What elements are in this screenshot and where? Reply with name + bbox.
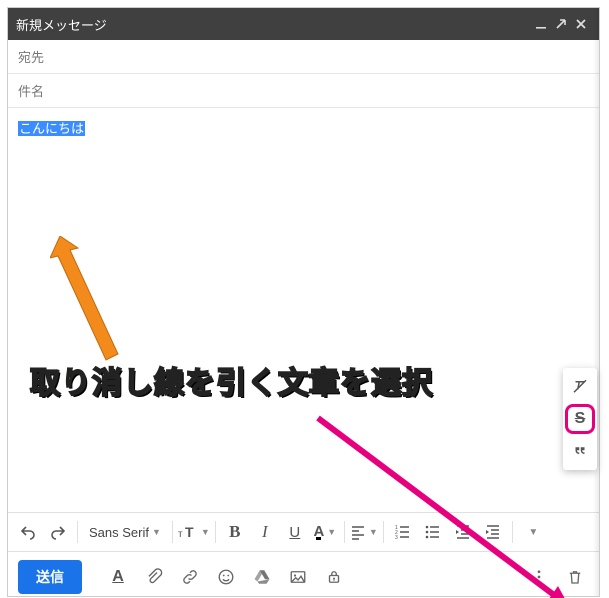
minimize-button[interactable] — [531, 14, 551, 34]
attach-file-button[interactable] — [140, 563, 168, 591]
indent-more-button[interactable] — [479, 518, 507, 546]
text-color-button[interactable]: A ▼ — [311, 518, 339, 546]
indent-less-button[interactable] — [449, 518, 477, 546]
chevron-down-icon: ▼ — [201, 527, 210, 537]
font-size-button[interactable]: тT ▼ — [178, 518, 210, 546]
formatting-popup: S — [563, 368, 597, 470]
font-family-selector[interactable]: Sans Serif ▼ — [83, 518, 167, 546]
compose-window: 新規メッセージ 宛先 件名 こんにちは — [8, 8, 599, 596]
insert-drive-button[interactable] — [248, 563, 276, 591]
font-family-label: Sans Serif — [89, 525, 149, 540]
annotation-arrow-top — [50, 236, 140, 366]
toolbar-separator — [215, 521, 216, 543]
discard-draft-button[interactable] — [561, 563, 589, 591]
text-color-glyph: A — [313, 523, 324, 542]
svg-text:3: 3 — [395, 535, 398, 540]
insert-link-button[interactable] — [176, 563, 204, 591]
insert-photo-button[interactable] — [284, 563, 312, 591]
to-field[interactable]: 宛先 — [8, 40, 599, 74]
toolbar-separator — [77, 521, 78, 543]
annotation-text: 取り消し線を引く文章を選択 — [30, 358, 433, 402]
formatting-toggle-button[interactable]: A — [104, 563, 132, 591]
compose-title: 新規メッセージ — [16, 15, 107, 34]
bulleted-list-button[interactable] — [419, 518, 447, 546]
more-formatting-button[interactable]: ▼ — [518, 518, 546, 546]
quote-button[interactable] — [565, 436, 595, 466]
subject-field[interactable]: 件名 — [8, 74, 599, 108]
popout-button[interactable] — [551, 14, 571, 34]
svg-text:T: T — [185, 524, 194, 540]
italic-button[interactable]: I — [251, 518, 279, 546]
undo-button[interactable] — [14, 518, 42, 546]
svg-text:т: т — [178, 529, 183, 540]
toolbar-separator — [344, 521, 345, 543]
strikethrough-button[interactable]: S — [565, 404, 595, 434]
align-button[interactable]: ▼ — [350, 518, 378, 546]
underline-button[interactable]: U — [281, 518, 309, 546]
strikethrough-glyph: S — [575, 410, 586, 428]
more-options-button[interactable] — [525, 563, 553, 591]
format-toolbar: Sans Serif ▼ тT ▼ B I U A ▼ ▼ 123 — [8, 512, 599, 552]
toolbar-separator — [512, 521, 513, 543]
toolbar-separator — [383, 521, 384, 543]
formatting-toggle-glyph: A — [112, 568, 124, 586]
toolbar-separator — [172, 521, 173, 543]
chevron-down-icon: ▼ — [327, 527, 336, 537]
compose-titlebar: 新規メッセージ — [8, 8, 599, 40]
redo-button[interactable] — [44, 518, 72, 546]
insert-emoji-button[interactable] — [212, 563, 240, 591]
to-label: 宛先 — [18, 47, 44, 66]
send-button[interactable]: 送信 — [18, 560, 82, 594]
confidential-mode-button[interactable] — [320, 563, 348, 591]
bold-button[interactable]: B — [221, 518, 249, 546]
selected-body-text: こんにちは — [18, 121, 85, 136]
remove-formatting-button[interactable] — [565, 372, 595, 402]
chevron-down-icon: ▼ — [152, 527, 161, 537]
chevron-down-icon: ▼ — [528, 527, 538, 538]
compose-body[interactable]: こんにちは 取り消し線を引く文章を選択 — [8, 108, 599, 512]
close-button[interactable] — [571, 14, 591, 34]
chevron-down-icon: ▼ — [369, 527, 378, 537]
numbered-list-button[interactable]: 123 — [389, 518, 417, 546]
subject-label: 件名 — [18, 81, 44, 100]
bottom-bar: 送信 A — [8, 552, 599, 598]
